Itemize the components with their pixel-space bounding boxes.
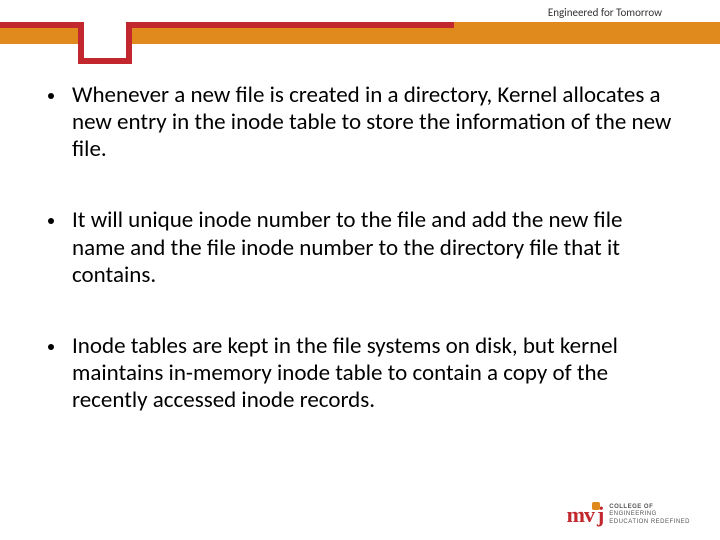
- slide-content: Whenever a new file is created in a dire…: [48, 82, 672, 458]
- footer-logo: mvj COLLEGE OF ENGINEERING EDUCATION RED…: [567, 502, 690, 528]
- header-red-stripe: [0, 22, 454, 28]
- bullet-text: It will unique inode number to the file …: [72, 207, 672, 288]
- logo-letter: m: [567, 502, 584, 527]
- bullet-item: It will unique inode number to the file …: [48, 207, 672, 288]
- bullet-dot-icon: [48, 344, 54, 350]
- bullet-text: Whenever a new file is created in a dire…: [72, 82, 672, 163]
- bullet-dot-icon: [48, 218, 54, 224]
- logo-line2: ENGINEERING: [609, 511, 690, 518]
- logo-text: COLLEGE OF ENGINEERING EDUCATION REDEFIN…: [609, 504, 690, 526]
- bullet-item: Whenever a new file is created in a dire…: [48, 82, 672, 163]
- bullet-dot-icon: [48, 93, 54, 99]
- header-tagline: Engineered for Tomorrow: [548, 6, 662, 19]
- logo-mark: mvj: [567, 502, 604, 528]
- logo-line1: COLLEGE OF: [609, 504, 690, 511]
- logo-line3: EDUCATION REDEFINED: [609, 519, 690, 526]
- logo-dot-icon: [592, 502, 600, 510]
- header-notch: [78, 22, 132, 64]
- bullet-item: Inode tables are kept in the file system…: [48, 333, 672, 414]
- bullet-text: Inode tables are kept in the file system…: [72, 333, 672, 414]
